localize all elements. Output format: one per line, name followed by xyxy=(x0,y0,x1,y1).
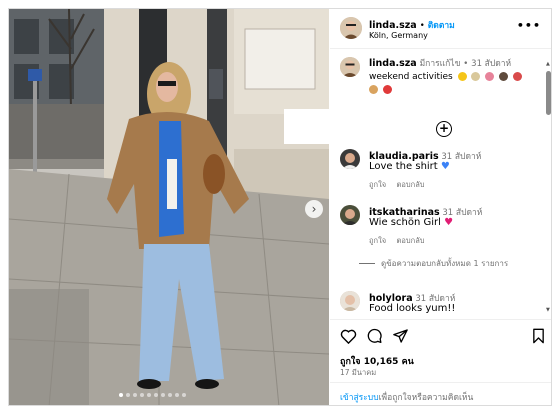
post-card: › linda.sza • ติดตาม Köln, Germany ••• l… xyxy=(8,8,552,406)
carousel-dot xyxy=(182,393,186,397)
bread-icon xyxy=(369,85,378,94)
post-photo[interactable]: › xyxy=(9,9,329,405)
comment-body: Wie schön Girl xyxy=(369,217,441,228)
strawberry-icon xyxy=(382,85,392,94)
add-comment-bar: เข้าสู่ระบบเพื่อถูกใจหรือความคิดเห็น xyxy=(330,382,551,405)
street-photo-image xyxy=(9,9,329,405)
avatar-image xyxy=(340,149,360,169)
avatar[interactable] xyxy=(340,17,362,39)
comment-item: holylora 31 สัปดาห์ Food looks yum!! xyxy=(340,291,540,321)
separator-dot: • xyxy=(419,21,425,31)
header-user-line: linda.sza • ติดตาม xyxy=(369,18,455,32)
location-link[interactable]: Köln, Germany xyxy=(369,31,428,40)
carousel-dot xyxy=(175,393,179,397)
avatar[interactable] xyxy=(340,291,360,311)
scrollbar-thumb[interactable] xyxy=(546,71,551,115)
avatar-image xyxy=(340,205,360,225)
caption-time: 31 สัปดาห์ xyxy=(471,59,512,69)
post-header: linda.sza • ติดตาม Köln, Germany ••• xyxy=(330,9,551,49)
comments-scrollbar[interactable]: ▲ ▼ xyxy=(546,61,551,317)
view-replies-button[interactable]: ดูข้อความตอบกลับทั้งหมด 1 รายการ xyxy=(359,258,534,269)
comment-text: Love the shirt ♥ xyxy=(369,161,450,172)
donut-icon xyxy=(485,72,495,81)
avatar[interactable] xyxy=(340,57,360,77)
post-side-panel: linda.sza • ติดตาม Köln, Germany ••• lin… xyxy=(330,9,551,405)
comment-body: Food looks yum!! xyxy=(369,303,456,314)
comment-icon[interactable] xyxy=(366,328,383,344)
carousel-dot xyxy=(140,393,144,397)
carousel-dot xyxy=(161,393,165,397)
carousel-dots xyxy=(119,393,186,397)
like-heart-icon[interactable] xyxy=(340,328,357,344)
carousel-dot xyxy=(119,393,123,397)
like-comment-button[interactable]: ถูกใจ xyxy=(369,236,386,245)
follow-button[interactable]: ติดตาม xyxy=(428,21,455,31)
login-prompt: เข้าสู่ระบบเพื่อถูกใจหรือความคิดเห็น xyxy=(340,390,473,404)
bicycle-icon xyxy=(513,72,523,81)
view-replies-label: ดูข้อความตอบกลับทั้งหมด 1 รายการ xyxy=(381,259,509,268)
edited-label: มีการแก้ไข xyxy=(419,59,461,69)
plus-circle-icon[interactable]: + xyxy=(436,121,452,137)
carousel-next-button[interactable]: › xyxy=(305,200,323,218)
chevron-right-icon: › xyxy=(311,202,317,216)
carousel-dot xyxy=(168,393,172,397)
post-date: 17 มีนาคม xyxy=(340,368,377,377)
carousel-dot xyxy=(133,393,137,397)
likes-count[interactable]: ถูกใจ 10,165 คน xyxy=(340,354,414,368)
like-comment-button[interactable]: ถูกใจ xyxy=(369,180,386,189)
sparkle-icon xyxy=(471,72,481,81)
scroll-up-icon[interactable]: ▲ xyxy=(546,61,550,67)
star-icon xyxy=(457,72,467,81)
scroll-down-icon[interactable]: ▼ xyxy=(546,307,550,313)
carousel-dot xyxy=(147,393,151,397)
caption-body: weekend activities xyxy=(369,72,453,82)
comment-body: Love the shirt xyxy=(369,161,438,172)
more-options-icon[interactable]: ••• xyxy=(517,19,541,32)
bookmark-icon[interactable] xyxy=(531,328,546,344)
avatar[interactable] xyxy=(340,149,360,169)
pink-heart-icon: ♥ xyxy=(444,217,454,228)
action-icons-row xyxy=(340,328,546,346)
separator-dot: • xyxy=(463,59,469,69)
login-link[interactable]: เข้าสู่ระบบ xyxy=(340,393,379,403)
carousel-dot xyxy=(154,393,158,397)
comment-text: Wie schön Girl ♥ xyxy=(369,217,453,228)
comment-actions: ถูกใจ ตอบกลับ xyxy=(369,235,433,247)
avatar-image xyxy=(340,17,362,39)
avatar-image xyxy=(340,291,360,311)
comment-item: itskatharinas 31 สัปดาห์ Wie schön Girl … xyxy=(340,205,540,249)
share-icon[interactable] xyxy=(392,328,409,344)
comment-actions: ถูกใจ ตอบกลับ xyxy=(369,179,433,191)
comment-item: klaudia.paris 31 สัปดาห์ Love the shirt … xyxy=(340,149,540,193)
avatar-image xyxy=(340,57,360,77)
divider-line xyxy=(359,263,375,264)
username-link[interactable]: linda.sza xyxy=(369,20,417,31)
comment-text: Food looks yum!! xyxy=(369,303,455,314)
avatar[interactable] xyxy=(340,205,360,225)
caption-username[interactable]: linda.sza xyxy=(369,58,417,69)
caption-text: linda.sza มีการแก้ไข • 31 สัปดาห์ weeken… xyxy=(369,57,544,97)
carousel-dot xyxy=(126,393,130,397)
post-actions: ถูกใจ 10,165 คน 17 มีนาคม เข้าสู่ระบบเพื… xyxy=(330,319,551,405)
reply-button[interactable]: ตอบกลับ xyxy=(397,236,425,245)
blue-heart-icon: ♥ xyxy=(440,161,450,172)
login-prompt-text: เพื่อถูกใจหรือความคิดเห็น xyxy=(378,393,474,403)
bowling-icon xyxy=(499,72,509,81)
reply-button[interactable]: ตอบกลับ xyxy=(397,180,425,189)
